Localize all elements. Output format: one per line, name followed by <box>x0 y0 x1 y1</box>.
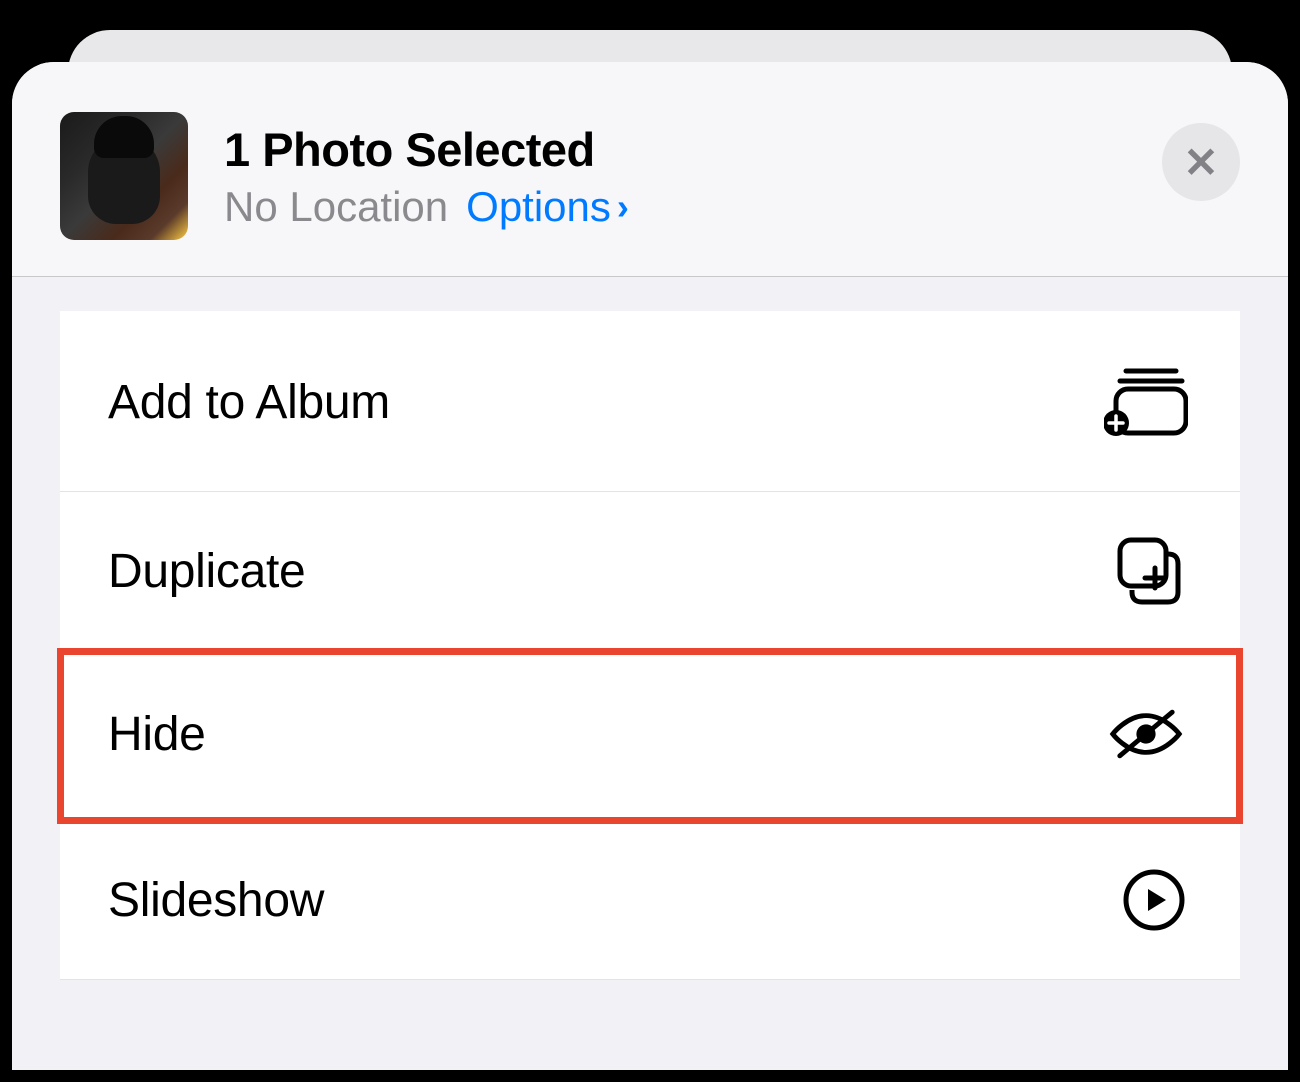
sheet-header: 1 Photo Selected No Location Options › ✕ <box>12 62 1288 277</box>
chevron-right-icon: › <box>617 186 629 228</box>
share-sheet: 1 Photo Selected No Location Options › ✕… <box>12 62 1288 1070</box>
slideshow-icon <box>1104 865 1188 935</box>
sheet-subtitle: No Location Options › <box>224 183 1126 231</box>
duplicate-icon <box>1104 536 1188 606</box>
close-button[interactable]: ✕ <box>1162 123 1240 201</box>
menu-label: Duplicate <box>108 544 305 599</box>
menu-label: Add to Album <box>108 375 390 430</box>
photo-thumbnail[interactable] <box>60 112 188 240</box>
options-label: Options <box>466 183 611 231</box>
action-slideshow[interactable]: Slideshow <box>60 821 1240 980</box>
menu-label: Slideshow <box>108 873 324 928</box>
location-text: No Location <box>224 183 448 231</box>
action-hide[interactable]: Hide <box>57 648 1243 824</box>
action-add-to-album[interactable]: Add to Album <box>60 311 1240 492</box>
options-link[interactable]: Options › <box>466 183 629 231</box>
add-to-album-icon <box>1104 367 1188 437</box>
action-duplicate[interactable]: Duplicate <box>60 492 1240 651</box>
menu-label: Hide <box>108 707 206 762</box>
sheet-title: 1 Photo Selected <box>224 122 1126 177</box>
action-menu: Add to Album Duplicate <box>60 311 1240 980</box>
hide-icon <box>1104 699 1188 769</box>
sheet-content: Add to Album Duplicate <box>12 277 1288 980</box>
header-text-block: 1 Photo Selected No Location Options › <box>224 122 1126 231</box>
close-icon: ✕ <box>1183 138 1218 187</box>
